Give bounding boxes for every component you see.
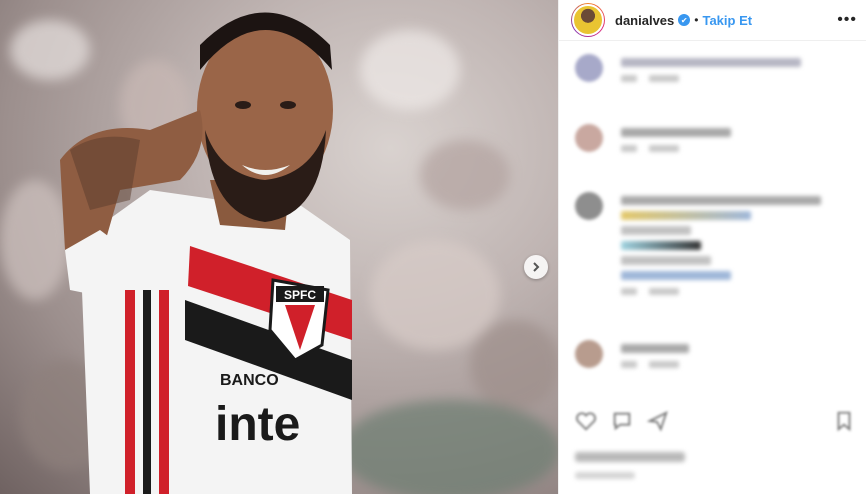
player-illustration: SPFC BANCO inte bbox=[60, 12, 352, 494]
jersey-badge-text: SPFC bbox=[284, 288, 316, 302]
profile-avatar[interactable] bbox=[572, 4, 604, 36]
share-icon[interactable] bbox=[647, 410, 669, 432]
username-link[interactable]: danialves bbox=[615, 13, 674, 28]
next-photo-button[interactable] bbox=[524, 255, 548, 279]
commenter-avatar[interactable] bbox=[575, 340, 603, 368]
post-actions bbox=[575, 410, 855, 432]
likes-count-blurred[interactable] bbox=[575, 452, 685, 462]
more-options-icon[interactable]: ••• bbox=[837, 11, 857, 29]
sponsor-top-text: BANCO bbox=[220, 372, 279, 389]
post-side-panel: danialves ✔ • Takip Et ••• bbox=[558, 0, 866, 494]
comment-item bbox=[575, 124, 855, 152]
commenter-avatar[interactable] bbox=[575, 54, 603, 82]
post-date-blurred bbox=[575, 472, 635, 479]
comment-icon[interactable] bbox=[611, 410, 633, 432]
comment-item bbox=[575, 340, 855, 368]
post-header: danialves ✔ • Takip Et ••• bbox=[559, 0, 866, 41]
comment-text-blurred bbox=[621, 128, 731, 137]
comment-text-blurred bbox=[621, 196, 821, 205]
sponsor-main-text: inte bbox=[215, 398, 300, 451]
bookmark-icon[interactable] bbox=[833, 410, 855, 432]
comment-text-blurred bbox=[621, 344, 689, 353]
follow-button[interactable]: Takip Et bbox=[702, 13, 752, 28]
heart-icon[interactable] bbox=[575, 410, 597, 432]
separator-dot: • bbox=[694, 13, 699, 27]
profile-avatar-ring[interactable] bbox=[571, 3, 605, 37]
comment-item bbox=[575, 192, 855, 295]
verified-badge-icon: ✔ bbox=[678, 14, 691, 26]
commenter-avatar[interactable] bbox=[575, 124, 603, 152]
comment-text-blurred bbox=[621, 58, 801, 67]
chevron-right-icon bbox=[533, 262, 540, 272]
comment-item bbox=[575, 54, 855, 82]
commenter-avatar[interactable] bbox=[575, 192, 603, 220]
post-photo[interactable]: SPFC BANCO inte bbox=[0, 0, 558, 494]
comments-list bbox=[559, 48, 866, 398]
